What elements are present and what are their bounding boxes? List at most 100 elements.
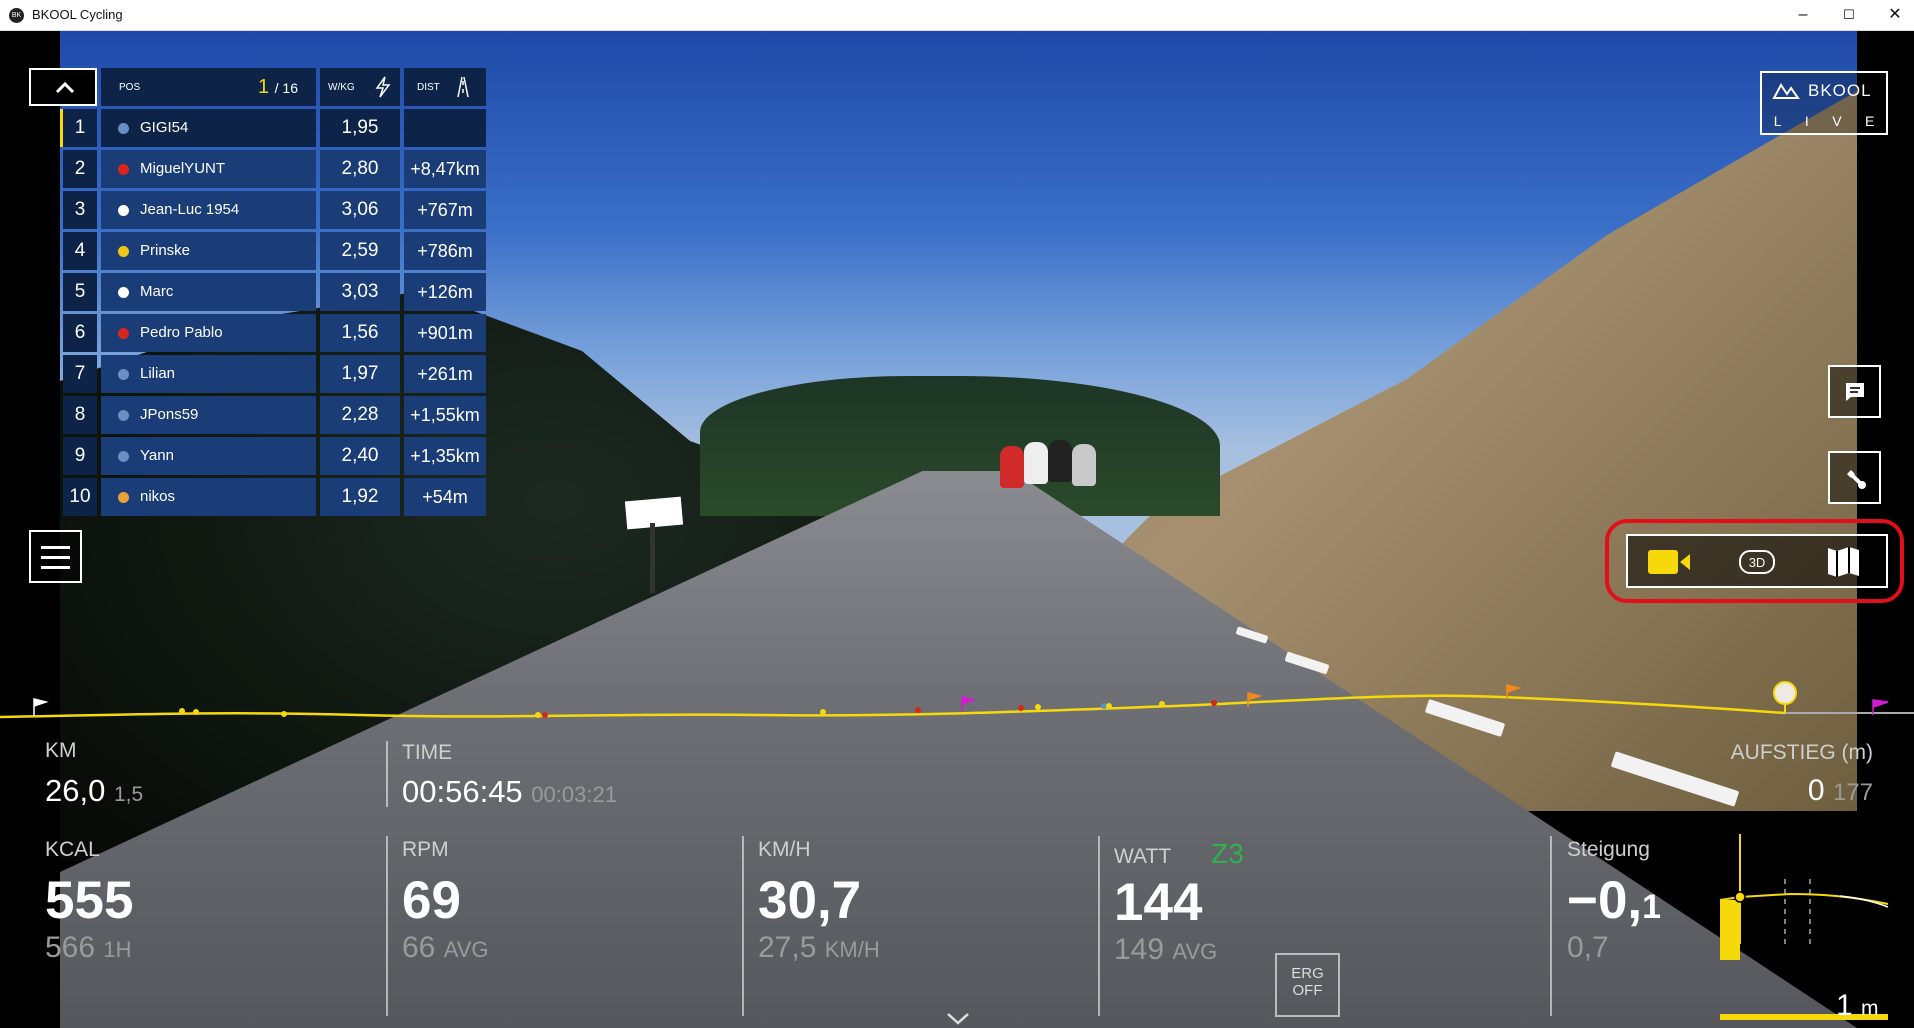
time-label: TIME [402,741,453,764]
country-flag-icon [118,123,129,134]
chat-icon [1846,383,1864,401]
country-flag-icon [118,451,129,462]
magenta-flag-icon [961,696,977,711]
rider-rank: 4 [63,232,97,270]
chat-button[interactable] [1828,365,1881,418]
route-profile [0,681,1914,719]
kcal-value: 555 [45,871,134,930]
kcal-sub-unit: 1H [103,937,132,962]
rider-wkg: 1,95 [320,109,400,147]
live-letter: V [1832,113,1842,129]
collapse-leaderboard-button[interactable] [29,68,97,106]
rider-distance: +1,55km [404,396,486,434]
rider-wkg: 1,92 [320,478,400,516]
km-sub: 1,5 [113,783,144,806]
elevation-line [0,694,1786,719]
time-stat: TIME 00:56:45 00:03:21 [402,741,617,810]
power-zone: Z3 [1211,838,1244,869]
dist-label: DIST [417,82,440,93]
watt-sub: 149 [1114,933,1165,966]
speed-value: 30,7 [758,871,862,930]
rider-wkg: 2,28 [320,396,400,434]
live-text: LIVE [1762,113,1886,129]
watt-stat: WATT Z3 144 149 AVG [1114,838,1244,967]
rider-rank: 7 [63,355,97,393]
minimize-button[interactable]: – [1780,0,1826,30]
aufstieg-sub: 177 [1832,779,1873,806]
erg-toggle-button[interactable]: ERG OFF [1275,953,1340,1017]
chevron-down-icon[interactable] [946,1012,970,1026]
aufstieg-label: AUFSTIEG (m) [1730,741,1873,764]
speed-sub: 27,5 [758,931,817,964]
country-flag-icon [118,164,129,175]
rider-name: Marc [140,283,174,300]
gradient-sub: 0,7 [1567,931,1609,964]
ride-viewport: POS 1 / 16 W/KG DIST 1 GIGI54 1,95 2 MiguelY… [0,31,1914,1028]
rider-wkg: 3,03 [320,273,400,311]
rider-distance: +261m [404,355,486,393]
rider-name: MiguelYUNT [140,160,226,177]
rider-distance: +767m [404,191,486,229]
rider-distance: +901m [404,314,486,352]
pos-total: / 16 [274,80,298,96]
kcal-sub: 566 [45,931,96,964]
window-titlebar: BK BKOOL Cycling – ☐ ✕ [0,0,1914,31]
tools-button[interactable] [1828,451,1881,504]
country-flag-icon [118,328,129,339]
aufstieg-stat: AUFSTIEG (m) 0 177 [1700,741,1873,808]
rider-rank: 3 [63,191,97,229]
rider-name: Prinske [140,242,191,259]
country-flag-icon [118,246,129,257]
rider-name: Yann [140,447,174,464]
country-flag-icon [118,287,129,298]
orange-flag-icon [1247,692,1263,707]
gradient-label: Steigung [1567,838,1650,861]
bkool-live-logo: BKOOL L I V E [1760,71,1888,135]
maximize-button[interactable]: ☐ [1826,0,1872,30]
window-title: BKOOL Cycling [32,7,123,22]
country-flag-icon [118,369,129,380]
erg-state: OFF [1292,982,1323,999]
rider-name: JPons59 [140,406,199,423]
live-letter: I [1804,113,1809,129]
rpm-value: 69 [402,871,461,930]
rider-wkg: 2,40 [320,437,400,475]
rpm-sub: 66 [402,931,436,964]
highlight-annotation [1605,519,1904,603]
minimap-value: 1 [1836,989,1853,1022]
rider-rank: 9 [63,437,97,475]
minimap-unit: m [1861,997,1879,1020]
time-value: 00:56:45 [402,774,523,809]
close-button[interactable]: ✕ [1872,0,1914,30]
speed-sub-unit: KM/H [824,937,880,962]
rider-wkg: 2,59 [320,232,400,270]
hamburger-menu-icon[interactable] [29,530,82,583]
rider-distance: +54m [404,478,486,516]
erg-label: ERG [1291,965,1324,982]
gradient-stat: Steigung −0,1 0,7 [1567,838,1661,965]
country-flag-icon [118,205,129,216]
rider-wkg: 1,56 [320,314,400,352]
country-flag-icon [118,410,129,421]
rider-name: Pedro Pablo [140,324,223,341]
rider-name: GIGI54 [140,119,189,136]
rider-distance: +1,35km [404,437,486,475]
rider-wkg: 1,97 [320,355,400,393]
position-header: POS 1 / 16 [101,68,316,106]
rider-distance [404,109,486,147]
live-letter: E [1864,113,1875,129]
rpm-stat: RPM 69 66 AVG [402,838,489,965]
rider-rank: 1 [60,109,97,147]
rider-name: Jean-Luc 1954 [140,201,240,218]
rider-rank: 2 [63,150,97,188]
time-sub: 00:03:21 [531,782,617,807]
wkg-label: W/KG [328,82,355,93]
kcal-stat: KCAL 555 566 1H [45,838,133,965]
rider-group [1000,436,1110,516]
gradient-decimal: 1 [1642,888,1662,926]
km-stat: KM 26,0 1,5 [45,739,143,809]
country-flag-icon [118,492,129,503]
rpm-label: RPM [402,838,449,861]
kcal-label: KCAL [45,838,100,861]
rider-distance: +786m [404,232,486,270]
